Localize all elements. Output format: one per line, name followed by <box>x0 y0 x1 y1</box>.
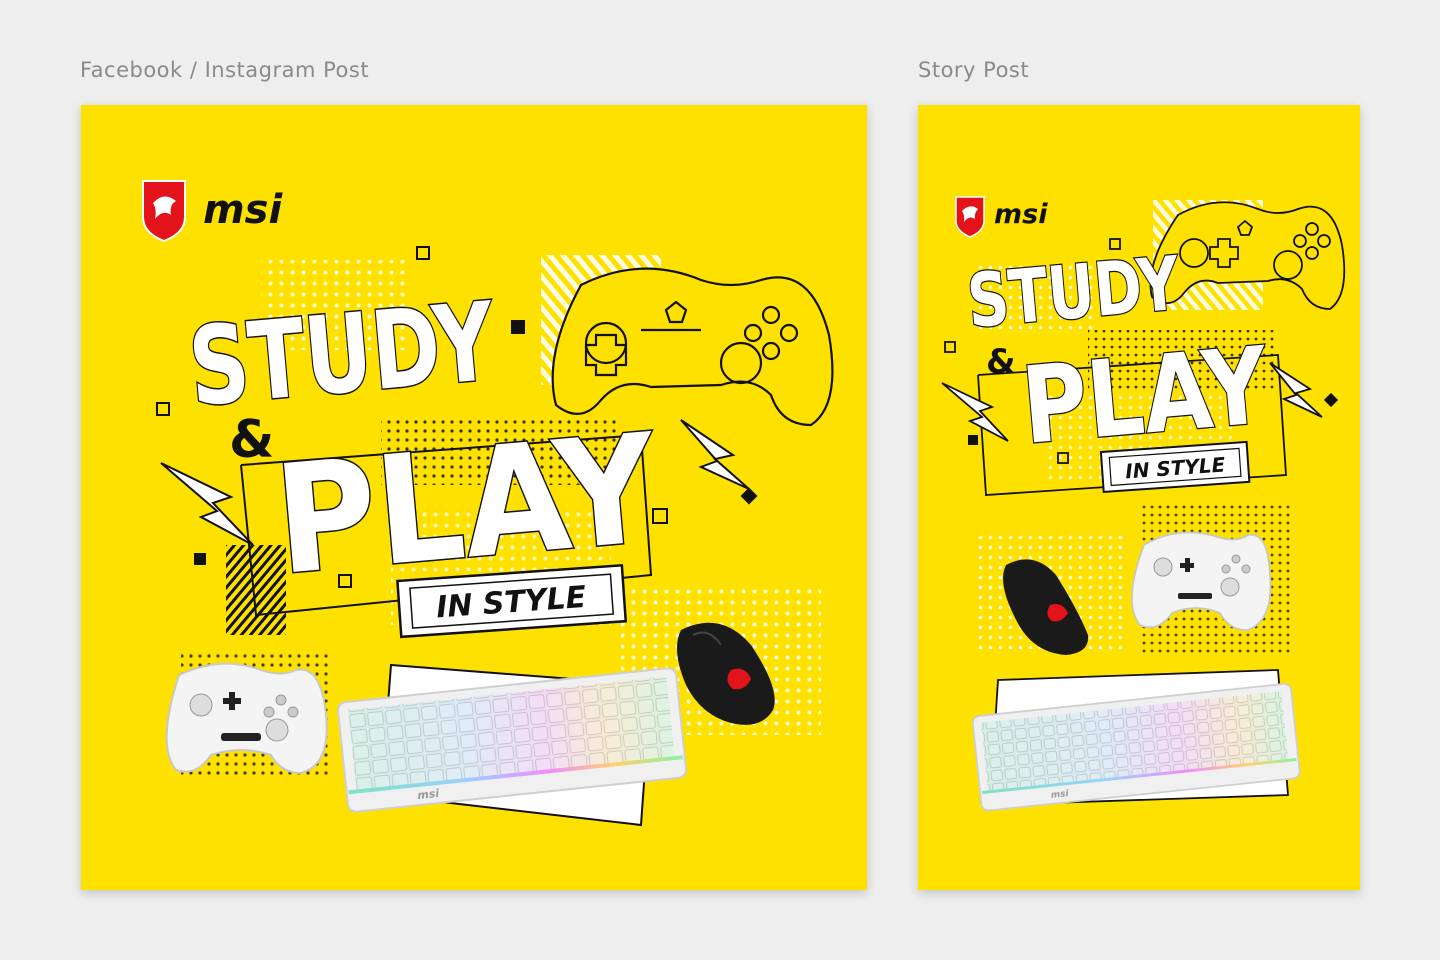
keyboard-msi-badge: msi <box>1050 789 1070 801</box>
controller-outline-icon <box>551 267 834 427</box>
lightning-icon <box>680 419 750 490</box>
msi-wordmark: msi <box>203 187 283 233</box>
keyboard-msi-badge: msi <box>417 787 440 802</box>
facebook-instagram-post-card: msi STUDY & PLAY IN STYLE msi <box>81 105 867 890</box>
lightning-icon <box>160 462 254 546</box>
headline-study: STUDY <box>964 241 1184 345</box>
story-post-card: msi STUDY & PLAY IN STYLE msi <box>918 105 1360 890</box>
headline-ampersand: & <box>229 410 274 470</box>
msi-logo: msi <box>955 196 1048 238</box>
msi-wordmark: msi <box>994 199 1048 230</box>
headline-study: STUDY <box>184 280 500 431</box>
story-section-label: Story Post <box>918 58 1030 82</box>
post-section-label: Facebook / Instagram Post <box>80 58 370 82</box>
story-artwork: msi STUDY & PLAY IN STYLE msi <box>941 196 1346 812</box>
msi-logo: msi <box>142 180 283 243</box>
post-artwork: msi STUDY & PLAY IN STYLE msi <box>142 180 834 827</box>
lightning-icon <box>941 382 1009 442</box>
headline-ampersand: & <box>986 342 1016 382</box>
